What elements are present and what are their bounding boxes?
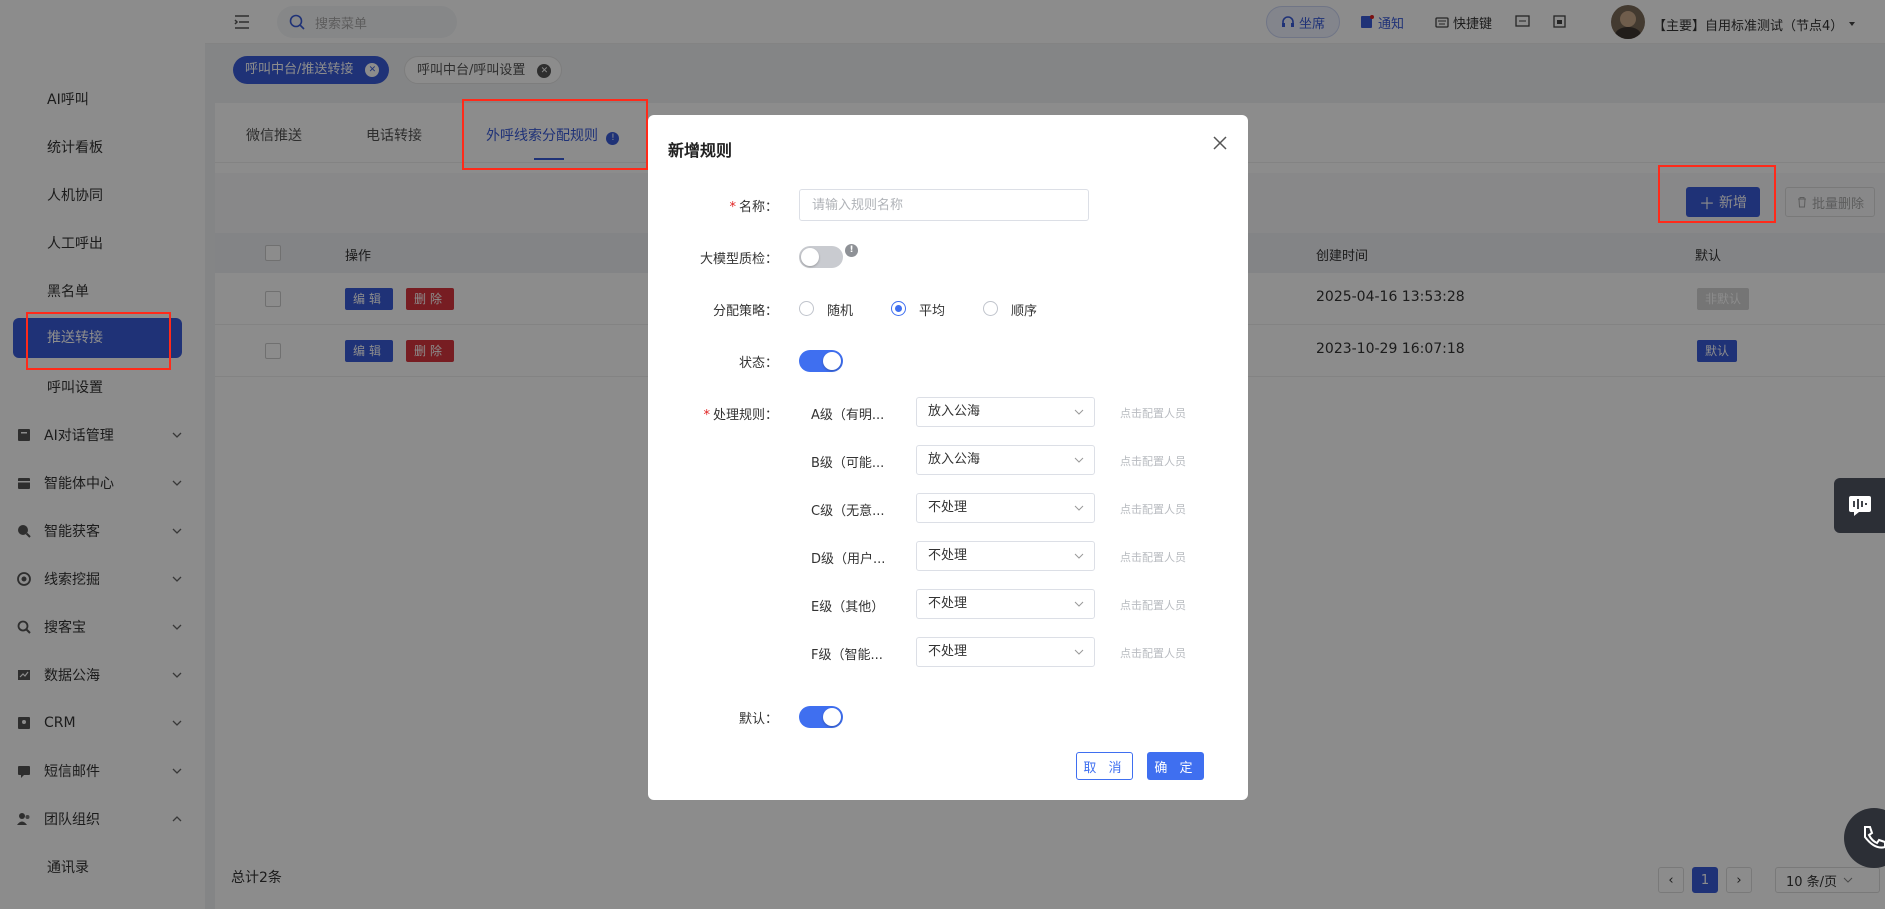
select-value: 不处理 [928, 644, 968, 659]
chevron-down-icon [1074, 649, 1084, 655]
toggle-knob [823, 352, 841, 370]
radio-sequential-label: 顺序 [1011, 304, 1038, 319]
config-staff-link[interactable]: 点击配置人员 [1120, 597, 1186, 613]
radio-average[interactable] [891, 301, 906, 316]
name-field-label: * 名称： [729, 196, 778, 215]
rule-d-select[interactable]: 不处理 [916, 541, 1095, 571]
confirm-button[interactable]: 确 定 [1147, 752, 1204, 780]
rule-b-select[interactable]: 放入公海 [916, 445, 1095, 475]
toggle-knob [801, 248, 819, 266]
rule-level-d: D级（用户... [811, 552, 886, 567]
default-toggle[interactable] [799, 706, 843, 728]
chevron-down-icon [1074, 601, 1084, 607]
chevron-down-icon [1074, 553, 1084, 559]
rules-field-label: * 处理规则： [703, 404, 778, 423]
radio-sequential[interactable] [983, 301, 998, 316]
chat-float-button[interactable] [1834, 478, 1885, 533]
radio-random[interactable] [799, 301, 814, 316]
config-staff-link[interactable]: 点击配置人员 [1120, 405, 1186, 421]
qc-field-label: 大模型质检： [699, 252, 778, 267]
strategy-field-label: 分配策略： [712, 304, 778, 319]
qc-toggle[interactable] [799, 246, 843, 268]
select-value: 不处理 [928, 596, 968, 611]
info-icon: ! [845, 244, 858, 257]
chat-icon [1848, 495, 1871, 516]
label-text: 名称： [738, 200, 778, 215]
radio-average-label: 平均 [919, 304, 946, 319]
config-staff-link[interactable]: 点击配置人员 [1120, 549, 1186, 565]
toggle-knob [823, 708, 841, 726]
rule-level-a: A级（有明... [811, 408, 885, 423]
add-rule-dialog: 新增规则 *名称： 大模型质检： ! 分配策略： 随机 平均 顺序 状态： *处… [648, 115, 1248, 800]
highlight-box [1658, 165, 1776, 223]
rule-c-select[interactable]: 不处理 [916, 493, 1095, 523]
close-icon[interactable] [1210, 133, 1230, 153]
rule-level-c: C级（无意... [811, 504, 885, 519]
radio-random-label: 随机 [827, 304, 854, 319]
default-field-label: 默认： [738, 712, 778, 727]
config-staff-link[interactable]: 点击配置人员 [1120, 501, 1186, 517]
select-value: 不处理 [928, 500, 968, 515]
label-text: 处理规则： [712, 408, 778, 423]
chevron-down-icon [1074, 457, 1084, 463]
chevron-down-icon [1074, 505, 1084, 511]
status-toggle[interactable] [799, 350, 843, 372]
select-value: 不处理 [928, 548, 968, 563]
rule-a-select[interactable]: 放入公海 [916, 397, 1095, 427]
rule-level-f: F级（智能... [811, 648, 883, 663]
select-value: 放入公海 [928, 404, 981, 419]
rule-level-e: E级（其他） [811, 600, 885, 615]
rule-e-select[interactable]: 不处理 [916, 589, 1095, 619]
phone-icon [1864, 826, 1885, 849]
config-staff-link[interactable]: 点击配置人员 [1120, 453, 1186, 469]
config-staff-link[interactable]: 点击配置人员 [1120, 645, 1186, 661]
dialog-title: 新增规则 [668, 141, 733, 160]
status-field-label: 状态： [738, 356, 778, 371]
required-mark: * [729, 200, 736, 215]
required-mark: * [703, 408, 710, 423]
rule-f-select[interactable]: 不处理 [916, 637, 1095, 667]
rule-name-input[interactable] [799, 189, 1089, 221]
chevron-down-icon [1074, 409, 1084, 415]
select-value: 放入公海 [928, 452, 981, 467]
rule-level-b: B级（可能... [811, 456, 885, 471]
highlight-box [462, 99, 648, 170]
cancel-button[interactable]: 取 消 [1076, 752, 1133, 780]
highlight-box [26, 312, 171, 370]
